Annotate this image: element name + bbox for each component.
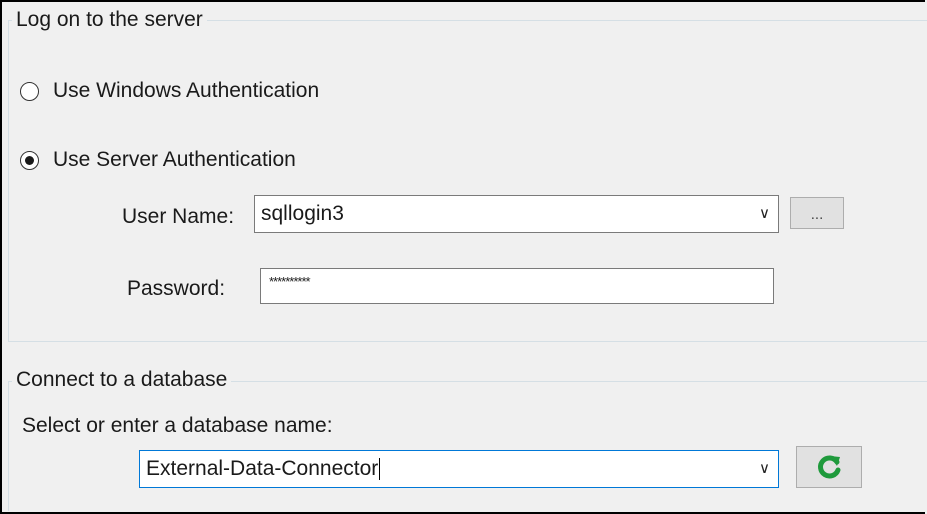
- database-value: External-Data-Connector: [146, 457, 379, 480]
- database-combo[interactable]: External-Data-Connector ∨: [139, 450, 779, 488]
- database-group-title: Connect to a database: [12, 367, 232, 393]
- windows-auth-option[interactable]: Use Windows Authentication: [20, 79, 319, 103]
- chevron-down-icon[interactable]: ∨: [759, 451, 770, 487]
- refresh-icon: [818, 455, 841, 479]
- database-prompt: Select or enter a database name:: [22, 414, 333, 437]
- windows-auth-radio[interactable]: [20, 81, 39, 101]
- server-auth-option[interactable]: Use Server Authentication: [20, 148, 296, 172]
- text-caret: [379, 458, 381, 481]
- password-label: Password:: [127, 277, 226, 300]
- server-auth-label: Use Server Authentication: [53, 148, 296, 171]
- user-name-combo[interactable]: sqllogin3 ∨: [254, 195, 779, 233]
- refresh-button[interactable]: [796, 446, 862, 488]
- browse-button-label: ...: [810, 206, 824, 223]
- login-group-border-left: [8, 20, 9, 342]
- password-mask: **********: [269, 274, 311, 289]
- login-group-title: Log on to the server: [12, 7, 207, 33]
- password-field[interactable]: **********: [260, 268, 774, 304]
- windows-auth-label: Use Windows Authentication: [53, 79, 320, 102]
- database-value-wrap: External-Data-Connector: [146, 451, 381, 487]
- user-name-value: sqllogin3: [261, 202, 344, 225]
- chevron-down-icon[interactable]: ∨: [759, 196, 770, 232]
- server-auth-radio[interactable]: [20, 150, 39, 170]
- radio-selected-dot: [25, 155, 34, 165]
- database-group-border-left: [8, 381, 9, 511]
- user-name-label: User Name:: [122, 205, 235, 228]
- browse-button[interactable]: ...: [790, 197, 844, 229]
- login-group-border-bottom: [8, 341, 927, 342]
